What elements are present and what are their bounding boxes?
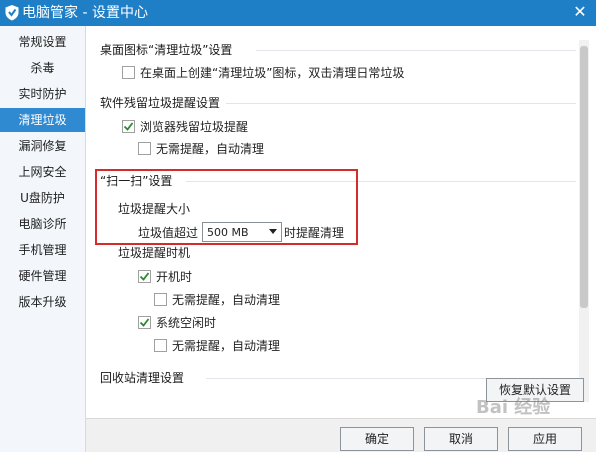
desktop-icon-section-title: 桌面图标“清理垃圾”设置 <box>100 43 233 57</box>
section-divider <box>226 103 576 104</box>
recycle-bin-section-title: 回收站清理设置 <box>100 371 185 385</box>
on-idle-auto-clean-label: 无需提醒，自动清理 <box>172 339 281 353</box>
browser-residue-checkbox[interactable] <box>122 120 135 133</box>
sidebar: 常规设置 杀毒 实时防护 清理垃圾 漏洞修复 上网安全 U盘防护 电脑诊所 手机… <box>0 26 86 452</box>
shield-logo-icon <box>5 5 19 21</box>
junk-timing-title: 垃圾提醒时机 <box>118 246 191 260</box>
ok-button[interactable]: 确定 <box>340 427 414 451</box>
on-idle-auto-clean-option[interactable]: 无需提醒，自动清理 <box>154 338 354 354</box>
window-title: 电脑管家 - 设置中心 <box>22 5 148 21</box>
title-bar: 电脑管家 - 设置中心 ✕ <box>0 0 596 26</box>
settings-panel: 桌面图标“清理垃圾”设置 在桌面上创建“清理垃圾”图标，双击清理日常垃圾 软件残… <box>86 26 596 418</box>
sidebar-item-usb-protection[interactable]: U盘防护 <box>0 186 85 210</box>
sidebar-item-antivirus[interactable]: 杀毒 <box>0 56 85 80</box>
on-idle-checkbox[interactable] <box>138 316 151 329</box>
sidebar-item-realtime-protection[interactable]: 实时防护 <box>0 82 85 106</box>
close-button[interactable]: ✕ <box>568 2 592 22</box>
residue-auto-clean-label: 无需提醒，自动清理 <box>156 142 265 156</box>
sidebar-item-general[interactable]: 常规设置 <box>0 30 85 54</box>
highlight-annotation-box <box>95 169 358 245</box>
scrollbar-thumb[interactable] <box>580 46 588 308</box>
dialog-footer: 确定 取消 应用 <box>86 418 596 452</box>
sidebar-item-phone-management[interactable]: 手机管理 <box>0 238 85 262</box>
create-desktop-icon-option[interactable]: 在桌面上创建“清理垃圾”图标，双击清理日常垃圾 <box>122 65 422 81</box>
checkmark-icon <box>123 122 134 131</box>
apply-button[interactable]: 应用 <box>508 427 582 451</box>
sidebar-item-pc-clinic[interactable]: 电脑诊所 <box>0 212 85 236</box>
on-boot-label: 开机时 <box>156 270 193 284</box>
on-idle-label: 系统空闲时 <box>156 316 217 330</box>
browser-residue-label: 浏览器残留垃圾提醒 <box>140 120 249 134</box>
on-boot-checkbox[interactable] <box>138 270 151 283</box>
on-idle-option[interactable]: 系统空闲时 <box>138 315 288 331</box>
residue-section-title: 软件残留垃圾提醒设置 <box>100 96 221 110</box>
on-boot-auto-clean-option[interactable]: 无需提醒，自动清理 <box>154 292 354 308</box>
sidebar-item-hardware-management[interactable]: 硬件管理 <box>0 264 85 288</box>
create-desktop-icon-label: 在桌面上创建“清理垃圾”图标，双击清理日常垃圾 <box>140 66 405 80</box>
section-divider <box>256 50 576 51</box>
create-desktop-icon-checkbox[interactable] <box>122 66 135 79</box>
sidebar-item-vulnerability-fix[interactable]: 漏洞修复 <box>0 134 85 158</box>
sidebar-item-junk-cleanup[interactable]: 清理垃圾 <box>0 108 85 132</box>
sidebar-item-web-security[interactable]: 上网安全 <box>0 160 85 184</box>
checkmark-icon <box>139 318 150 327</box>
on-boot-auto-clean-label: 无需提醒，自动清理 <box>172 293 281 307</box>
baidu-watermark: Bai 经验 <box>476 397 551 418</box>
on-boot-option[interactable]: 开机时 <box>138 269 288 285</box>
cancel-button[interactable]: 取消 <box>424 427 498 451</box>
sidebar-item-version-upgrade[interactable]: 版本升级 <box>0 290 85 314</box>
residue-auto-clean-checkbox[interactable] <box>138 142 151 155</box>
on-boot-auto-clean-checkbox[interactable] <box>154 293 167 306</box>
on-idle-auto-clean-checkbox[interactable] <box>154 339 167 352</box>
checkmark-icon <box>139 272 150 281</box>
residue-auto-clean-option[interactable]: 无需提醒，自动清理 <box>138 141 338 157</box>
browser-residue-option[interactable]: 浏览器残留垃圾提醒 <box>122 119 322 135</box>
